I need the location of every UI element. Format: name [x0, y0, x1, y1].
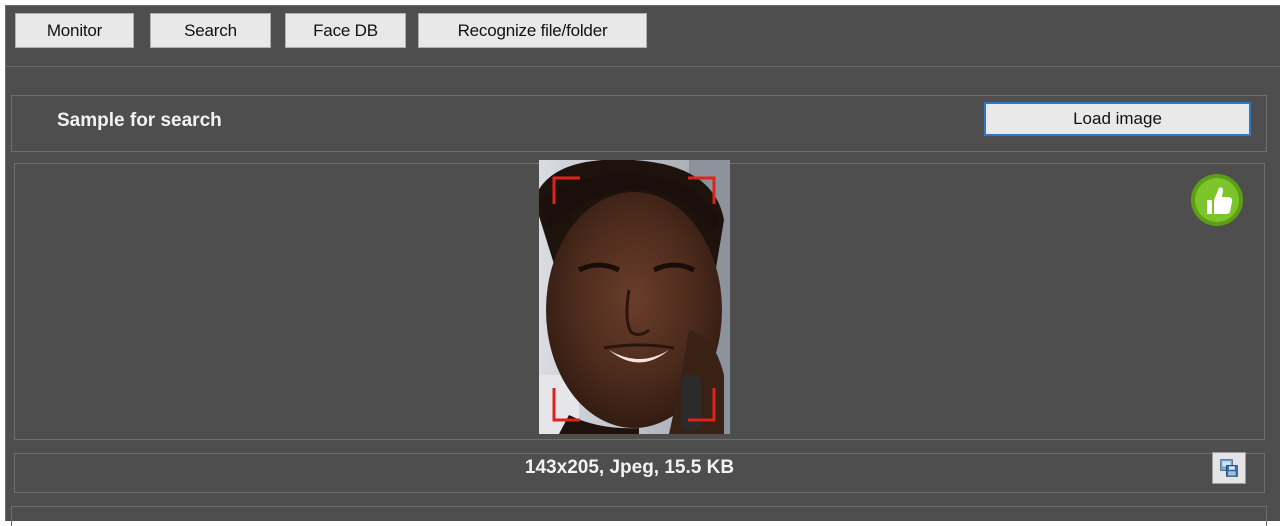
thumbs-up-icon — [1190, 173, 1244, 227]
face-db-button[interactable]: Face DB — [285, 13, 406, 48]
search-button[interactable]: Search — [150, 13, 271, 48]
save-image-button[interactable] — [1212, 452, 1246, 484]
recognize-file-folder-button[interactable]: Recognize file/folder — [418, 13, 647, 48]
bottom-panel — [11, 506, 1267, 526]
image-info-text: 143x205, Jpeg, 15.5 KB — [524, 457, 735, 478]
monitor-button[interactable]: Monitor — [15, 13, 134, 48]
load-image-button[interactable]: Load image — [984, 102, 1251, 136]
save-image-icon — [1220, 459, 1238, 477]
sample-photo — [539, 160, 730, 434]
sample-title: Sample for search — [57, 110, 222, 131]
face-photo-drawing — [539, 160, 730, 434]
